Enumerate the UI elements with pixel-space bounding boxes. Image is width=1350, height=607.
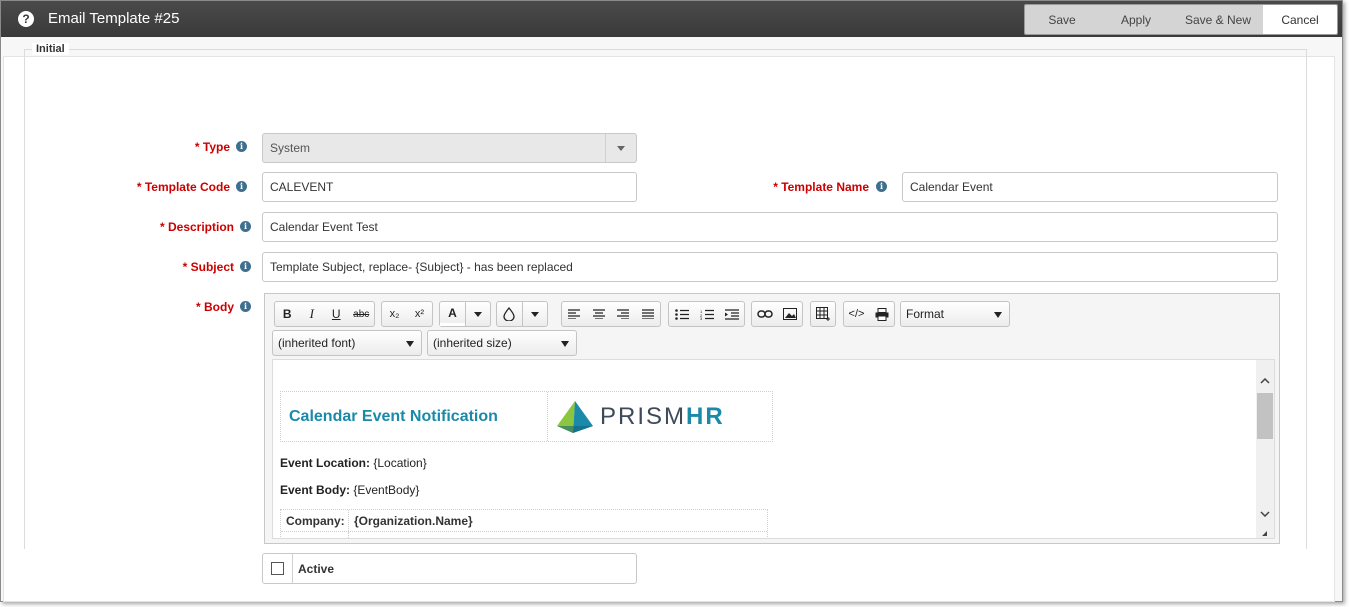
info-icon[interactable]: i [240, 261, 251, 272]
save-button[interactable]: Save [1025, 5, 1099, 34]
company-label: Company: [281, 510, 349, 531]
chevron-down-icon [994, 312, 1002, 318]
cancel-button[interactable]: Cancel [1263, 5, 1337, 34]
email-header-table: Calendar Event Notification PRISMHR [280, 391, 773, 442]
table-row: Company: {Organization.Name} [281, 510, 767, 532]
table-group [810, 301, 836, 327]
description-label: * Description [159, 220, 234, 234]
help-icon[interactable]: ? [18, 11, 34, 27]
underline-button[interactable]: U [324, 302, 349, 326]
subject-input[interactable]: Template Subject, replace- {Subject} - h… [262, 252, 1278, 282]
superscript-button[interactable]: x² [407, 302, 432, 326]
misc-group: </> [843, 301, 895, 327]
template-name-input[interactable]: Calendar Event [902, 172, 1278, 202]
window-title: Email Template #25 [48, 10, 180, 27]
active-checkbox[interactable] [263, 554, 293, 583]
subject-label: * Subject [182, 260, 234, 274]
save-and-new-button[interactable]: Save & New [1173, 5, 1263, 34]
type-value: System [270, 141, 311, 155]
company-table: Company: {Organization.Name} [280, 509, 768, 538]
scroll-up-icon[interactable] [1256, 373, 1274, 389]
resize-handle-icon[interactable] [1262, 531, 1267, 536]
script-group: x₂ x² [381, 301, 433, 327]
active-checkbox-row[interactable]: Active [262, 553, 637, 584]
align-right-icon[interactable] [611, 302, 636, 326]
italic-button[interactable]: I [300, 302, 325, 326]
align-group [561, 301, 661, 327]
event-body-line: Event Body: {EventBody} [280, 483, 420, 497]
template-code-input[interactable]: CALEVENT [262, 172, 637, 202]
company-value: {Organization.Name} [354, 513, 473, 528]
svg-text:3: 3 [700, 316, 703, 320]
prismhr-logo: PRISMHR [548, 392, 772, 441]
chevron-down-icon [473, 311, 482, 317]
editor-content-area[interactable]: Calendar Event Notification PRISMHR Even… [272, 359, 1275, 539]
indent-icon[interactable] [719, 302, 744, 326]
scroll-down-icon[interactable] [1256, 506, 1274, 522]
font-color-group: A [439, 301, 491, 327]
bullet-list-icon[interactable] [669, 302, 694, 326]
template-name-label: * Template Name [773, 180, 869, 194]
action-buttons: Save Apply Save & New Cancel [1024, 4, 1338, 35]
info-icon[interactable]: i [236, 181, 247, 192]
paint-drop-icon[interactable] [497, 302, 522, 326]
editor-scrollbar[interactable] [1256, 360, 1274, 538]
basic-style-group: B I U abc [274, 301, 375, 327]
rich-text-editor: B I U abc x₂ x² A 1 2 3 </> Format (inhe… [264, 293, 1280, 544]
prismhr-logo-mark-icon [557, 400, 593, 433]
link-icon[interactable] [752, 302, 777, 326]
table-cell [281, 532, 349, 538]
title-bar: ? Email Template #25 Save Apply Save & N… [1, 1, 1342, 37]
align-left-icon[interactable] [562, 302, 587, 326]
event-location-line: Event Location: {Location} [280, 456, 427, 470]
info-icon[interactable]: i [240, 301, 251, 312]
background-color-group [496, 301, 548, 327]
font-color-button[interactable]: A [440, 302, 465, 326]
info-icon[interactable]: i [876, 181, 887, 192]
type-select[interactable]: System [262, 133, 637, 163]
prismhr-logo-text: PRISMHR [600, 402, 725, 430]
font-size-dropdown[interactable]: (inherited size) [427, 330, 577, 356]
code-view-icon[interactable]: </> [844, 302, 869, 326]
font-family-value: (inherited font) [278, 336, 356, 350]
info-icon[interactable]: i [236, 141, 247, 152]
info-icon[interactable]: i [240, 221, 251, 232]
fieldset-legend: Initial [32, 43, 69, 55]
template-code-label: * Template Code [136, 180, 230, 194]
print-icon[interactable] [869, 302, 894, 326]
font-color-dropdown[interactable] [464, 302, 490, 326]
active-label: Active [298, 561, 335, 576]
bold-button[interactable]: B [275, 302, 300, 326]
align-center-icon[interactable] [587, 302, 612, 326]
strikethrough-button[interactable]: abc [349, 302, 374, 326]
list-group: 123 [668, 301, 745, 327]
table-row [281, 532, 767, 538]
subscript-button[interactable]: x₂ [382, 302, 407, 326]
font-family-dropdown[interactable]: (inherited font) [272, 330, 422, 356]
scrollbar-thumb[interactable] [1257, 393, 1273, 439]
chevron-down-icon [561, 341, 569, 347]
chevron-down-icon[interactable] [605, 134, 636, 162]
background-color-dropdown[interactable] [521, 302, 547, 326]
description-input[interactable]: Calendar Event Test [262, 212, 1278, 242]
chevron-down-icon [530, 311, 539, 317]
type-label: * Type [194, 140, 230, 154]
numbered-list-icon[interactable]: 123 [694, 302, 719, 326]
apply-button[interactable]: Apply [1099, 5, 1173, 34]
format-dropdown[interactable]: Format [900, 301, 1010, 327]
image-icon[interactable] [777, 302, 802, 326]
table-icon[interactable] [811, 302, 835, 326]
insert-group [751, 301, 803, 327]
email-heading: Calendar Event Notification [281, 392, 548, 441]
chevron-down-icon [406, 341, 414, 347]
font-size-value: (inherited size) [433, 336, 512, 350]
format-dropdown-value: Format [906, 307, 945, 321]
body-label: * Body [195, 300, 234, 314]
align-justify-icon[interactable] [636, 302, 661, 326]
